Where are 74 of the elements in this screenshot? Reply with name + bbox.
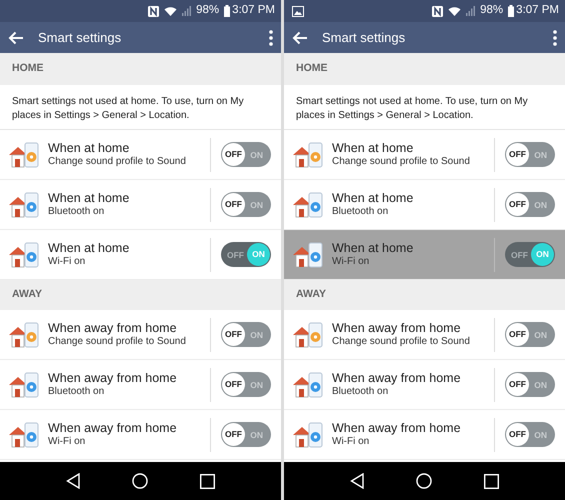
battery-percent: 98%: [480, 3, 504, 18]
nfc-icon: [148, 6, 160, 16]
toggle-switch[interactable]: OFF ON: [505, 142, 555, 167]
home-nav-icon[interactable]: [416, 473, 432, 489]
setting-row[interactable]: When away from home Bluetooth on OFF ON: [284, 360, 565, 410]
wifi-icon: [448, 6, 462, 16]
more-options-icon[interactable]: [269, 30, 273, 46]
setting-subtitle: Bluetooth on: [332, 386, 390, 398]
description-text: Smart settings not used at home. To use, turn on My places in Settings > General > Location.: [284, 85, 565, 130]
setting-row[interactable]: When at home Change sound profile to Sound OFF ON: [284, 130, 565, 180]
back-icon[interactable]: [8, 30, 24, 44]
setting-row[interactable]: When away from home Change sound profile to Sound OFF ON: [0, 310, 281, 360]
toggle-switch[interactable]: OFF ON: [221, 372, 271, 397]
setting-subtitle: Bluetooth on: [48, 206, 106, 218]
back-nav-icon[interactable]: [350, 473, 364, 489]
setting-subtitle: Change sound profile to Sound: [48, 336, 187, 348]
back-nav-icon[interactable]: [66, 473, 80, 489]
recents-nav-icon[interactable]: [200, 474, 215, 488]
signal-icon: [182, 6, 192, 16]
toggle-switch[interactable]: OFF ON: [505, 322, 555, 347]
recents-nav-icon[interactable]: [484, 474, 499, 488]
setting-title: When at home: [332, 191, 414, 206]
setting-subtitle: Wi-Fi on: [332, 436, 370, 448]
signal-icon: [466, 6, 476, 16]
section-header: HOME: [12, 61, 44, 76]
wifi-icon: [164, 6, 178, 16]
setting-subtitle: Change sound profile to Sound: [332, 156, 471, 168]
screen-title: Smart settings: [322, 28, 406, 47]
setting-row[interactable]: When at home Bluetooth on OFF ON: [0, 180, 281, 230]
setting-subtitle: Change sound profile to Sound: [332, 336, 471, 348]
toggle-switch[interactable]: OFF ON: [221, 142, 271, 167]
setting-title: When away from home: [48, 321, 178, 336]
setting-title: When at home: [48, 141, 130, 156]
battery-icon: [224, 5, 230, 17]
setting-subtitle: Bluetooth on: [332, 206, 390, 218]
section-header: AWAY: [296, 287, 326, 302]
setting-row[interactable]: When at home Change sound profile to Sound OFF ON: [0, 130, 281, 180]
battery-icon: [508, 5, 514, 17]
toggle-switch[interactable]: OFF ON: [221, 322, 271, 347]
setting-subtitle: Bluetooth on: [48, 386, 106, 398]
section-header: AWAY: [12, 287, 42, 302]
setting-title: When away from home: [332, 321, 462, 336]
setting-title: When away from home: [332, 421, 462, 436]
home-nav-icon[interactable]: [132, 473, 148, 489]
toggle-switch[interactable]: OFF ON: [505, 372, 555, 397]
section-header: HOME: [296, 61, 328, 76]
setting-row[interactable]: When at home Wi-Fi on OFF ON: [284, 230, 565, 280]
setting-title: When away from home: [48, 371, 178, 386]
setting-title: When away from home: [48, 421, 178, 436]
clock: 3:07 PM: [232, 3, 275, 18]
setting-title: When at home: [48, 191, 130, 206]
setting-title: When away from home: [332, 371, 462, 386]
battery-percent: 98%: [196, 3, 220, 18]
toggle-switch[interactable]: OFF ON: [505, 192, 555, 217]
setting-row[interactable]: When away from home Change sound profile to Sound OFF ON: [284, 310, 565, 360]
more-options-icon[interactable]: [553, 30, 557, 46]
setting-subtitle: Change sound profile to Sound: [48, 156, 187, 168]
screen-title: Smart settings: [38, 28, 122, 47]
setting-row[interactable]: When away from home Wi-Fi on OFF ON: [284, 410, 565, 460]
image-icon: [292, 6, 304, 16]
setting-row[interactable]: When away from home Wi-Fi on OFF ON: [0, 410, 281, 460]
setting-subtitle: Wi-Fi on: [48, 436, 86, 448]
setting-subtitle: Wi-Fi on: [48, 256, 86, 268]
nfc-icon: [432, 6, 444, 16]
toggle-switch[interactable]: OFF ON: [505, 422, 555, 447]
setting-title: When at home: [332, 241, 414, 256]
setting-row[interactable]: When away from home Bluetooth on OFF ON: [0, 360, 281, 410]
setting-subtitle: Wi-Fi on: [332, 256, 370, 268]
toggle-switch[interactable]: OFF ON: [221, 192, 271, 217]
clock: 3:07 PM: [516, 3, 559, 18]
back-icon[interactable]: [292, 30, 308, 44]
setting-title: When at home: [332, 141, 414, 156]
toggle-switch[interactable]: OFF ON: [221, 422, 271, 447]
setting-title: When at home: [48, 241, 130, 256]
